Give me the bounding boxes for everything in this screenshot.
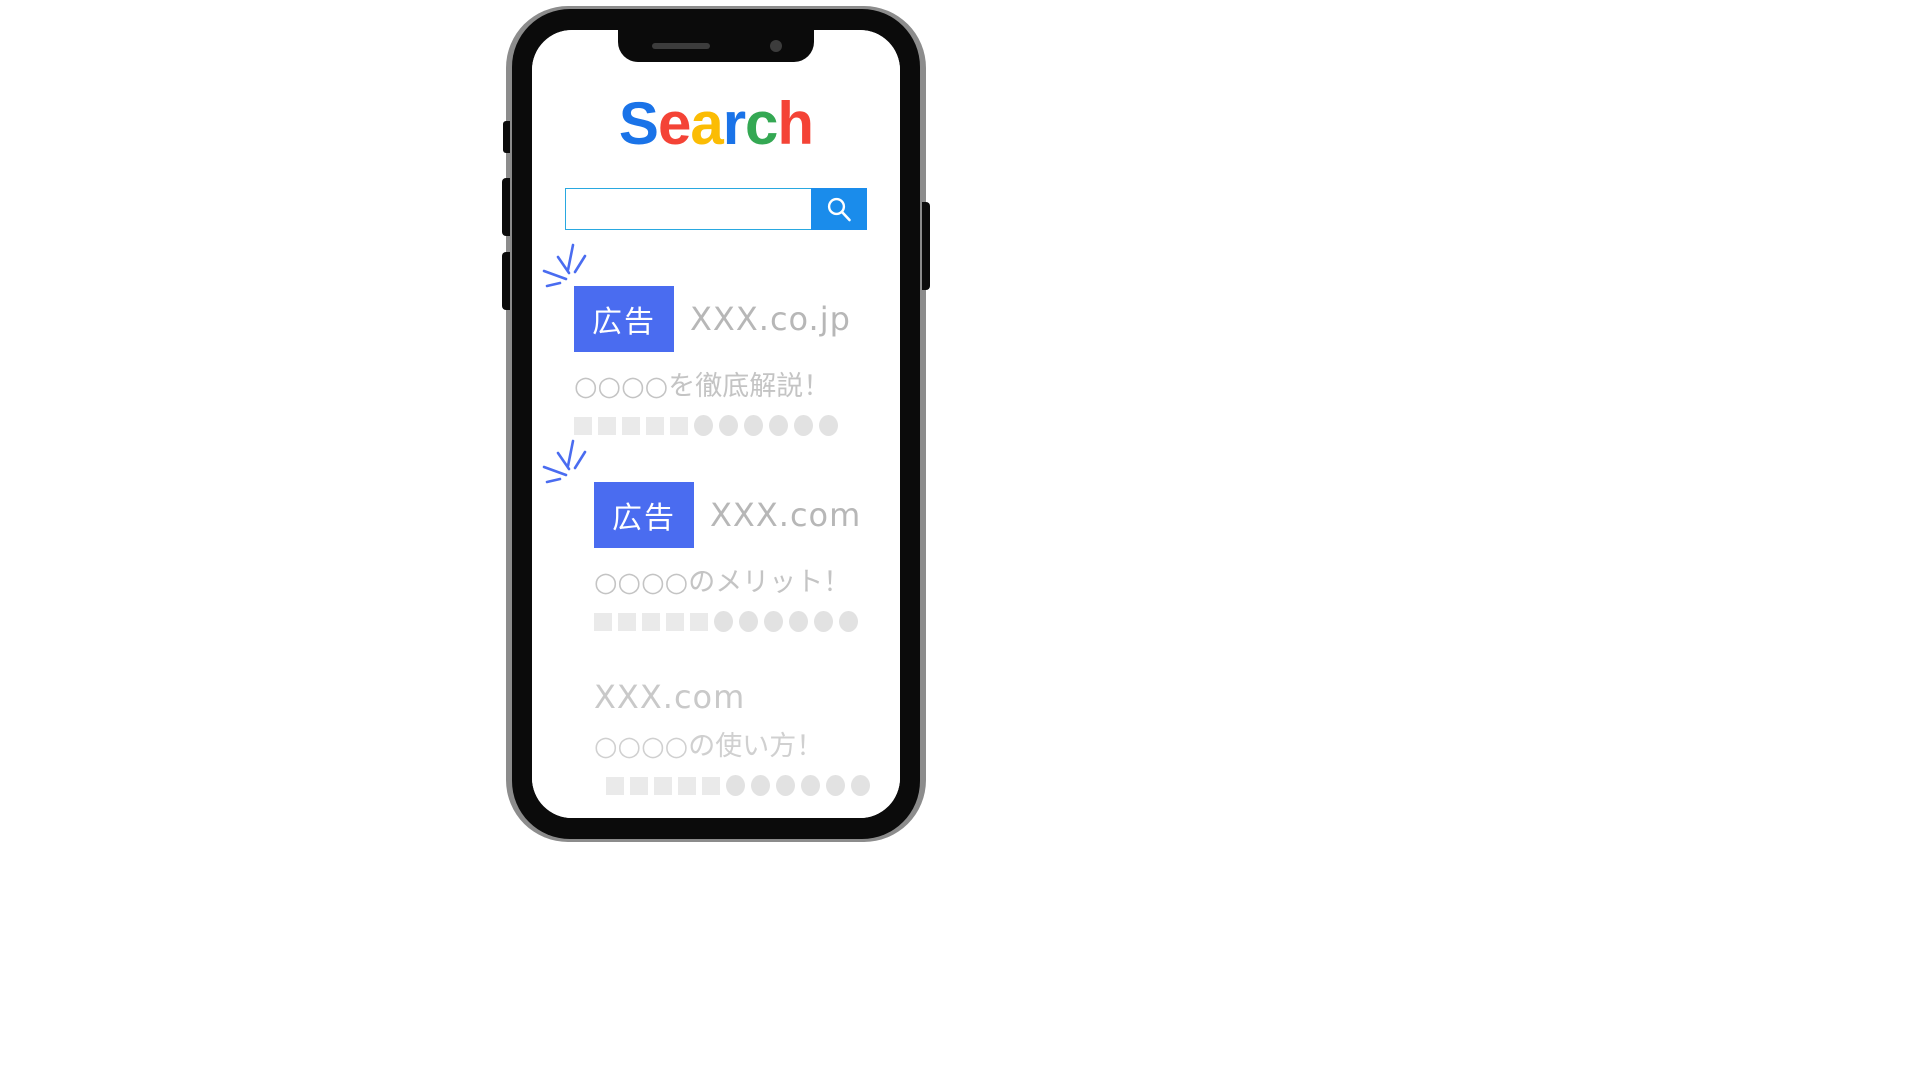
placeholder-circle bbox=[801, 775, 820, 796]
placeholder-circle bbox=[789, 611, 808, 632]
placeholder-circle bbox=[794, 415, 813, 436]
placeholder-circle bbox=[739, 611, 758, 632]
front-camera-icon bbox=[770, 40, 782, 52]
placeholder-square bbox=[646, 416, 664, 435]
logo-letter-e: e bbox=[657, 90, 691, 157]
search-bar bbox=[565, 188, 867, 230]
search-icon bbox=[825, 195, 853, 223]
ad-header-row-1: 広告 XXX.co.jp bbox=[574, 286, 900, 352]
placeholder-square bbox=[702, 776, 720, 795]
ad-header-row-2: 広告 XXX.com bbox=[594, 482, 900, 548]
placeholder-square bbox=[630, 776, 648, 795]
placeholder-circle bbox=[819, 415, 838, 436]
placeholder-circle bbox=[776, 775, 795, 796]
earpiece-speaker-icon bbox=[652, 43, 710, 49]
placeholder-circle bbox=[744, 415, 763, 436]
placeholder-circle bbox=[769, 415, 788, 436]
placeholder-square bbox=[594, 612, 612, 631]
search-input[interactable] bbox=[565, 188, 811, 230]
placeholder-circle bbox=[694, 415, 713, 436]
organic-snippet-placeholder-1 bbox=[594, 775, 900, 796]
placeholder-circle bbox=[719, 415, 738, 436]
logo-letter-h: h bbox=[777, 90, 814, 157]
ad-title-1[interactable]: ○○○○を徹底解説！ bbox=[574, 364, 900, 403]
organic-result-1[interactable]: XXX.com ○○○○の使い方！ bbox=[574, 678, 900, 796]
phone-screen: Search 広告 XXX.co.jp ○○○○を徹底解説！ 広告 XXX.co… bbox=[532, 30, 900, 818]
placeholder-square bbox=[670, 416, 688, 435]
placeholder-circle bbox=[851, 775, 870, 796]
placeholder-square bbox=[622, 416, 640, 435]
volume-up-button[interactable] bbox=[502, 178, 510, 236]
placeholder-circle bbox=[826, 775, 845, 796]
placeholder-circle bbox=[764, 611, 783, 632]
phone-notch bbox=[618, 30, 814, 62]
organic-url-1[interactable]: XXX.com bbox=[594, 678, 900, 716]
sparkle-burst-icon bbox=[542, 438, 596, 488]
ad-title-2[interactable]: ○○○○のメリット！ bbox=[594, 560, 900, 599]
placeholder-circle bbox=[814, 611, 833, 632]
placeholder-circle bbox=[839, 611, 858, 632]
canvas: Search 広告 XXX.co.jp ○○○○を徹底解説！ 広告 XXX.co… bbox=[0, 0, 1920, 1080]
ad-url-2[interactable]: XXX.com bbox=[710, 496, 861, 534]
sparkle-burst-icon bbox=[542, 242, 596, 292]
search-results-list: 広告 XXX.co.jp ○○○○を徹底解説！ 広告 XXX.com ○○○○の… bbox=[532, 243, 900, 796]
placeholder-square bbox=[654, 776, 672, 795]
search-page: Search 広告 XXX.co.jp ○○○○を徹底解説！ 広告 XXX.co… bbox=[532, 30, 900, 818]
mute-switch-button[interactable] bbox=[503, 121, 510, 153]
ad-snippet-placeholder-2 bbox=[594, 611, 900, 632]
placeholder-square bbox=[690, 612, 708, 631]
ad-url-1[interactable]: XXX.co.jp bbox=[690, 300, 851, 338]
power-button[interactable] bbox=[922, 202, 930, 290]
placeholder-square bbox=[678, 776, 696, 795]
phone-mockup: Search 広告 XXX.co.jp ○○○○を徹底解説！ 広告 XXX.co… bbox=[502, 6, 930, 842]
search-logo: Search bbox=[532, 94, 900, 154]
placeholder-square bbox=[618, 612, 636, 631]
placeholder-square bbox=[606, 776, 624, 795]
ad-badge-1[interactable]: 広告 bbox=[574, 286, 674, 352]
ad-result-2[interactable]: 広告 XXX.com ○○○○のメリット！ bbox=[542, 439, 900, 632]
ad-badge-2[interactable]: 広告 bbox=[594, 482, 694, 548]
logo-letter-s: S bbox=[618, 90, 659, 157]
logo-letter-c: c bbox=[745, 90, 778, 157]
placeholder-circle bbox=[751, 775, 770, 796]
search-submit-button[interactable] bbox=[811, 188, 867, 230]
placeholder-square bbox=[666, 612, 684, 631]
logo-letter-r: r bbox=[722, 90, 746, 157]
placeholder-circle bbox=[714, 611, 733, 632]
logo-letter-a: a bbox=[690, 90, 723, 157]
ad-result-1[interactable]: 広告 XXX.co.jp ○○○○を徹底解説！ bbox=[542, 243, 900, 436]
placeholder-circle bbox=[726, 775, 745, 796]
placeholder-square bbox=[642, 612, 660, 631]
placeholder-square bbox=[574, 416, 592, 435]
placeholder-square bbox=[598, 416, 616, 435]
ad-snippet-placeholder-1 bbox=[574, 415, 900, 436]
organic-title-1[interactable]: ○○○○の使い方！ bbox=[594, 724, 900, 763]
volume-down-button[interactable] bbox=[502, 252, 510, 310]
